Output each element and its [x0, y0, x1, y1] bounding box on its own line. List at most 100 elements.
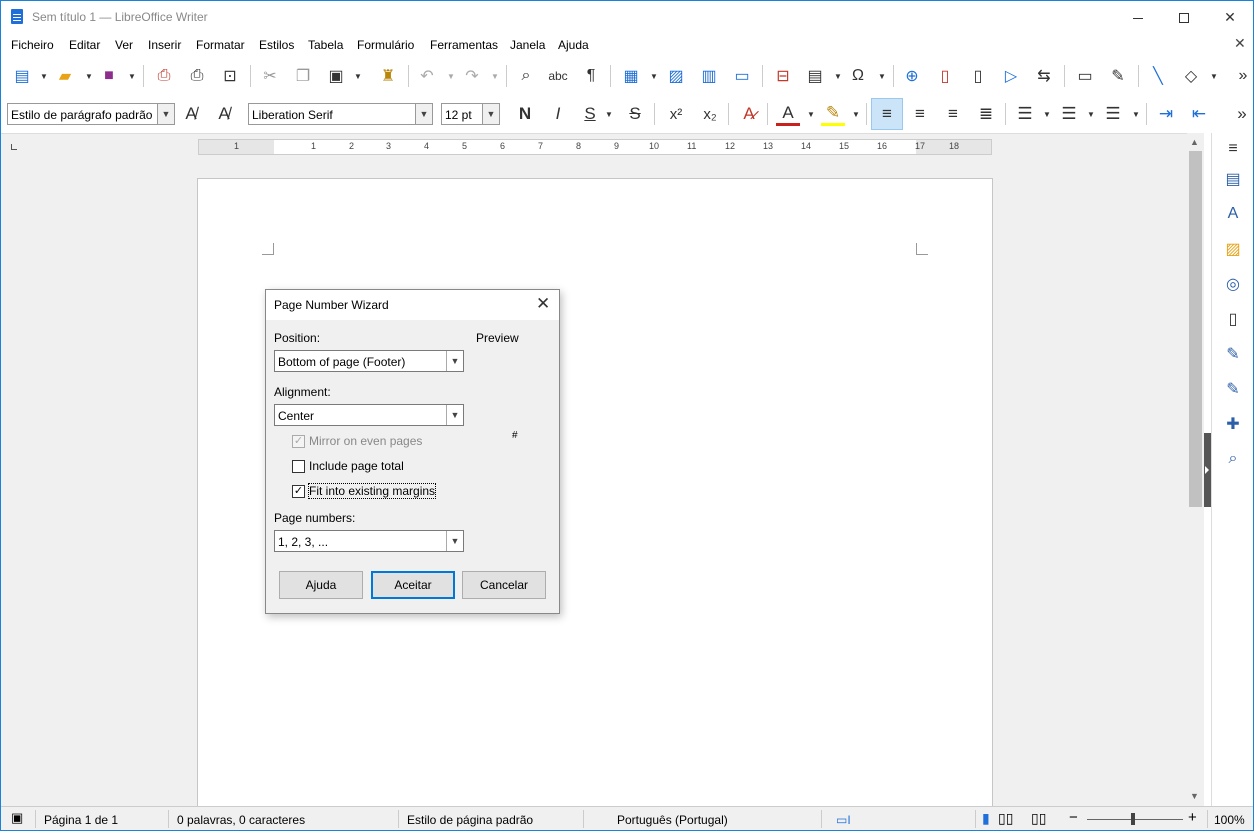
- open-dropdown-icon[interactable]: ▼: [85, 65, 93, 87]
- page-total-checkbox-row[interactable]: Include page total: [292, 458, 452, 476]
- menu-tabela[interactable]: Tabela: [308, 38, 343, 52]
- horizontal-ruler[interactable]: 1 1 2 3 4 5 6 7 8 9 10 11 12 13 14 15 16…: [198, 139, 992, 155]
- menu-ajuda[interactable]: Ajuda: [558, 38, 589, 52]
- highlight-color-icon[interactable]: ✎: [821, 102, 845, 126]
- menu-ferramentas[interactable]: Ferramentas: [430, 38, 498, 52]
- bullet-dropdown-icon[interactable]: ▼: [1043, 103, 1051, 125]
- increase-indent-icon[interactable]: ⇥: [1154, 102, 1178, 126]
- position-select[interactable]: Bottom of page (Footer) ▼: [274, 350, 464, 372]
- chevron-down-icon[interactable]: ▼: [446, 531, 463, 551]
- more-options-icon[interactable]: »: [1232, 65, 1254, 87]
- sidebar-toggle-handle[interactable]: [1204, 433, 1211, 507]
- minimize-button[interactable]: [1115, 1, 1161, 33]
- export-pdf-icon[interactable]: ⎙: [153, 65, 175, 87]
- bullet-list-icon[interactable]: ☰: [1013, 102, 1037, 126]
- bookmark-icon[interactable]: ▷: [1000, 65, 1022, 87]
- vertical-scrollbar[interactable]: ▲ ▼: [1187, 133, 1204, 806]
- menu-formulario[interactable]: Formulário: [357, 38, 414, 52]
- undo-dropdown-icon[interactable]: ▼: [447, 65, 455, 87]
- style-inspector-icon[interactable]: ✎: [1221, 342, 1245, 366]
- outline-dropdown-icon[interactable]: ▼: [1132, 103, 1140, 125]
- cut-icon[interactable]: ✂: [259, 65, 281, 87]
- outline-list-icon[interactable]: ☰: [1101, 102, 1125, 126]
- redo-icon[interactable]: ↷: [461, 65, 483, 87]
- scroll-down-icon[interactable]: ▼: [1190, 791, 1199, 801]
- chevron-down-icon[interactable]: ▼: [446, 405, 463, 425]
- footnote-icon[interactable]: ▯: [934, 65, 956, 87]
- scroll-up-icon[interactable]: ▲: [1190, 137, 1199, 147]
- book-view-icon[interactable]: ▯▯: [1031, 810, 1046, 827]
- shapes-dropdown-icon[interactable]: ▼: [1210, 65, 1218, 87]
- new-document-icon[interactable]: ▤: [11, 65, 33, 87]
- design-icon[interactable]: ✚: [1221, 412, 1245, 436]
- styles-icon[interactable]: A: [1221, 202, 1245, 226]
- align-center-icon[interactable]: ≡: [908, 102, 932, 126]
- zoom-level-status[interactable]: 100%: [1214, 813, 1245, 827]
- language-status[interactable]: Português (Portugal): [617, 813, 728, 827]
- insert-textbox-icon[interactable]: ▭: [731, 65, 753, 87]
- fit-margins-label[interactable]: Fit into existing margins: [307, 483, 437, 499]
- zoom-slider-knob[interactable]: [1131, 813, 1135, 825]
- align-left-button[interactable]: ≡: [871, 98, 903, 130]
- zoom-slider[interactable]: [1087, 819, 1183, 820]
- insert-line-icon[interactable]: ╲: [1147, 65, 1169, 87]
- italic-button[interactable]: I: [546, 102, 570, 126]
- underline-button[interactable]: S: [578, 102, 602, 126]
- fit-margins-checkbox[interactable]: ✓: [292, 485, 305, 498]
- tab-stop-selector[interactable]: [11, 144, 17, 150]
- navigator-icon[interactable]: ◎: [1221, 272, 1245, 296]
- spelling-icon[interactable]: abc: [547, 65, 569, 87]
- align-right-icon[interactable]: ≡: [941, 102, 965, 126]
- print-preview-icon[interactable]: ⊡: [219, 65, 241, 87]
- track-changes-icon[interactable]: ✎: [1107, 65, 1129, 87]
- single-page-view-icon[interactable]: ▮: [982, 810, 990, 827]
- font-color-dropdown-icon[interactable]: ▼: [807, 103, 815, 125]
- subscript-icon[interactable]: x₂: [698, 102, 722, 126]
- close-document-icon[interactable]: ✕: [1234, 35, 1246, 52]
- numbered-dropdown-icon[interactable]: ▼: [1087, 103, 1095, 125]
- font-size-combo[interactable]: 12 pt ▼: [441, 103, 500, 125]
- insert-field-icon[interactable]: ▤: [804, 65, 826, 87]
- menu-ficheiro[interactable]: Ficheiro: [11, 38, 54, 52]
- basic-shapes-icon[interactable]: ◇: [1180, 65, 1202, 87]
- font-name-combo[interactable]: Liberation Serif ▼: [248, 103, 433, 125]
- field-dropdown-icon[interactable]: ▼: [834, 65, 842, 87]
- menu-editar[interactable]: Editar: [69, 38, 100, 52]
- underline-dropdown-icon[interactable]: ▼: [605, 103, 613, 125]
- find-replace-icon[interactable]: ⌕: [515, 65, 537, 87]
- scrollbar-thumb[interactable]: [1189, 151, 1202, 507]
- document-modified-icon[interactable]: ▣: [11, 810, 23, 826]
- endnote-icon[interactable]: ▯: [967, 65, 989, 87]
- word-count-status[interactable]: 0 palavras, 0 caracteres: [177, 813, 305, 827]
- clone-formatting-icon[interactable]: ♜: [377, 65, 399, 87]
- properties-icon[interactable]: ▤: [1221, 167, 1245, 191]
- menu-janela[interactable]: Janela: [510, 38, 545, 52]
- gallery-icon[interactable]: ▨: [1221, 237, 1245, 261]
- copy-icon[interactable]: ❐: [292, 65, 314, 87]
- dialog-close-icon[interactable]: ✕: [536, 294, 550, 314]
- page-numbers-select[interactable]: 1, 2, 3, ... ▼: [274, 530, 464, 552]
- chevron-down-icon[interactable]: ▼: [415, 104, 432, 124]
- new-style-icon[interactable]: A̸: [212, 102, 236, 126]
- numbered-list-icon[interactable]: ☰: [1057, 102, 1081, 126]
- open-folder-icon[interactable]: ▰: [54, 65, 76, 87]
- zoom-in-icon[interactable]: +: [1188, 809, 1197, 826]
- cancel-button[interactable]: Cancelar: [462, 571, 546, 599]
- bold-button[interactable]: N: [513, 102, 537, 126]
- insert-chart-icon[interactable]: ▥: [698, 65, 720, 87]
- multi-page-view-icon[interactable]: ▯▯: [998, 810, 1013, 827]
- page-total-checkbox[interactable]: [292, 460, 305, 473]
- insert-image-icon[interactable]: ▨: [665, 65, 687, 87]
- sidebar-menu-icon[interactable]: ≡: [1221, 137, 1245, 161]
- hyperlink-icon[interactable]: ⊕: [901, 65, 923, 87]
- zoom-out-icon[interactable]: −: [1069, 809, 1078, 826]
- more-options-icon[interactable]: »: [1230, 102, 1254, 126]
- chevron-down-icon[interactable]: ▼: [446, 351, 463, 371]
- page-total-label[interactable]: Include page total: [309, 459, 404, 473]
- superscript-icon[interactable]: x²: [664, 102, 688, 126]
- cross-reference-icon[interactable]: ⇆: [1033, 65, 1055, 87]
- paragraph-style-combo[interactable]: Estilo de parágrafo padrão ▼: [7, 103, 175, 125]
- font-color-icon[interactable]: A: [776, 102, 800, 126]
- formatting-marks-icon[interactable]: ¶: [580, 65, 602, 87]
- close-window-button[interactable]: ✕: [1207, 1, 1253, 33]
